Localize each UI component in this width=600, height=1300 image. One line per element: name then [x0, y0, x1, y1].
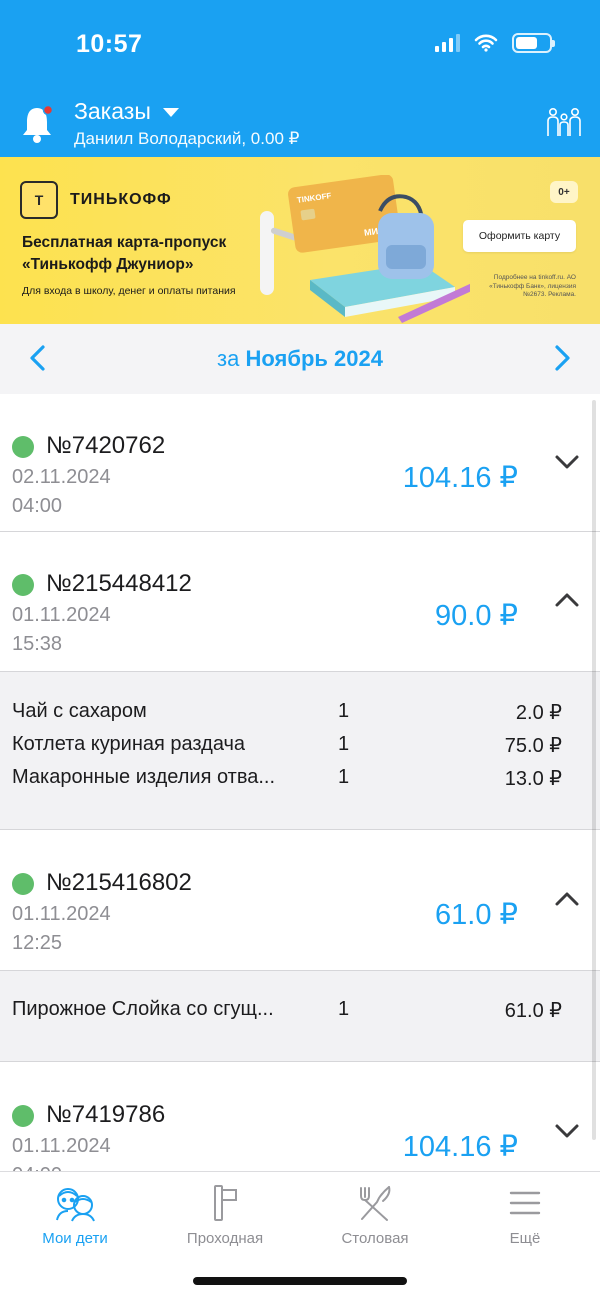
scrollbar[interactable] [592, 400, 596, 1140]
order-date: 01.11.2024 [12, 1135, 111, 1157]
item-qty: 1 [338, 733, 350, 755]
tab-canteen[interactable]: Столовая [300, 1184, 450, 1247]
tab-label: Ещё [509, 1230, 541, 1247]
page-title: Заказы [74, 98, 151, 124]
item-price: 75.0 ₽ [504, 735, 562, 757]
status-dot-icon [12, 436, 34, 458]
item-name: Макаронные изделия отва... [12, 766, 276, 788]
status-dot-icon [12, 873, 34, 895]
family-icon[interactable] [546, 106, 582, 140]
tab-more[interactable]: Ещё [450, 1184, 600, 1247]
banner-tagline: Для входа в школу, денег и оплаты питани… [22, 285, 236, 297]
order-items: Пирожное Слойка со сгущ... 1 61.0 ₽ [0, 971, 600, 1062]
order-sum: 104.16 ₽ [402, 462, 518, 494]
order-time: 12:25 [12, 932, 63, 954]
item-name: Пирожное Слойка со сгущ... [12, 998, 274, 1020]
chevron-down-icon [162, 108, 179, 117]
chevron-up-icon[interactable] [554, 590, 580, 610]
children-icon [56, 1188, 95, 1222]
order-header[interactable]: №7420762 02.11.2024 04:00 104.16 ₽ [0, 394, 600, 534]
status-dot-icon [12, 1105, 34, 1127]
status-dot-icon [12, 574, 34, 596]
bell-icon[interactable] [20, 102, 54, 144]
item-qty: 1 [338, 998, 350, 1020]
order-date: 01.11.2024 [12, 604, 111, 626]
divider [0, 1061, 600, 1062]
brand-logo: T ТИНЬКОФФ [20, 181, 172, 219]
order-number: №7420762 [46, 432, 166, 459]
order-header[interactable]: №215448412 01.11.2024 15:38 90.0 ₽ [0, 532, 600, 672]
tab-label: Столовая [341, 1230, 409, 1247]
chevron-down-icon[interactable] [554, 1121, 580, 1141]
item-price: 13.0 ₽ [504, 768, 562, 790]
tab-label: Мои дети [42, 1230, 108, 1247]
app-header: 10:57 Заказы Даниил Володарский, 0.00 ₽ [0, 0, 600, 157]
order-number: №7419786 [46, 1101, 166, 1128]
order-sum: 104.16 ₽ [402, 1131, 518, 1163]
item-name: Чай с сахаром [12, 700, 147, 722]
order-card[interactable]: №215448412 01.11.2024 15:38 90.0 ₽ Чай с… [0, 532, 600, 830]
item-price: 61.0 ₽ [504, 1000, 562, 1022]
chevron-down-icon[interactable] [554, 452, 580, 472]
cutlery-icon [360, 1186, 391, 1221]
month-selector: за Ноябрь 2024 [0, 324, 600, 394]
shield-icon: T [20, 181, 58, 219]
chevron-up-icon[interactable] [554, 889, 580, 909]
order-number: №215448412 [46, 570, 192, 597]
order-date: 01.11.2024 [12, 903, 111, 925]
item-name: Котлета куриная раздача [12, 733, 246, 755]
item-price: 2.0 ₽ [515, 702, 562, 724]
banner-legal: Подробнее на tinkoff.ru. АО «Тинькофф Ба… [489, 274, 576, 298]
month-label: за Ноябрь 2024 [217, 346, 383, 371]
orders-dropdown[interactable]: Заказы [74, 98, 179, 125]
order-items: Чай с сахаром 1 2.0 ₽ Котлета куриная ра… [0, 672, 600, 830]
age-badge: 0+ [550, 181, 578, 203]
order-time: 15:38 [12, 633, 63, 655]
item-qty: 1 [338, 766, 350, 788]
battery-icon [512, 33, 555, 53]
brand-name: ТИНЬКОФФ [70, 191, 172, 208]
tab-label: Проходная [186, 1230, 264, 1247]
order-sum: 90.0 ₽ [435, 600, 518, 632]
order-time: 04:00 [12, 495, 63, 517]
order-card[interactable]: №7420762 02.11.2024 04:00 104.16 ₽ [0, 394, 600, 534]
home-indicator[interactable] [193, 1277, 407, 1285]
promo-banner[interactable]: T ТИНЬКОФФ Бесплатная карта-пропуск «Тин… [0, 157, 600, 324]
menu-icon [509, 1191, 541, 1215]
get-card-button[interactable]: Оформить карту [463, 220, 576, 252]
chevron-right-icon[interactable] [551, 344, 573, 372]
tab-my-children[interactable]: Мои дети [0, 1184, 150, 1247]
tab-turnstile[interactable]: Проходная [150, 1184, 300, 1247]
order-header[interactable]: №215416802 01.11.2024 12:25 61.0 ₽ [0, 831, 600, 971]
item-qty: 1 [338, 700, 350, 722]
order-card[interactable]: №215416802 01.11.2024 12:25 61.0 ₽ Пирож… [0, 831, 600, 1062]
banner-headline: Бесплатная карта-пропуск «Тинькофф Джуни… [22, 234, 227, 273]
account-subtitle: Даниил Володарский, 0.00 ₽ [74, 129, 300, 148]
status-time: 10:57 [76, 30, 143, 58]
order-number: №215416802 [46, 869, 192, 896]
signal-icon [435, 34, 460, 52]
wifi-icon [474, 34, 498, 52]
status-icons [435, 33, 555, 53]
banner-illustration: TINKOFF МИР [260, 175, 470, 323]
divider [0, 829, 600, 830]
order-date: 02.11.2024 [12, 466, 111, 488]
order-sum: 61.0 ₽ [435, 899, 518, 931]
turnstile-icon [214, 1185, 237, 1221]
